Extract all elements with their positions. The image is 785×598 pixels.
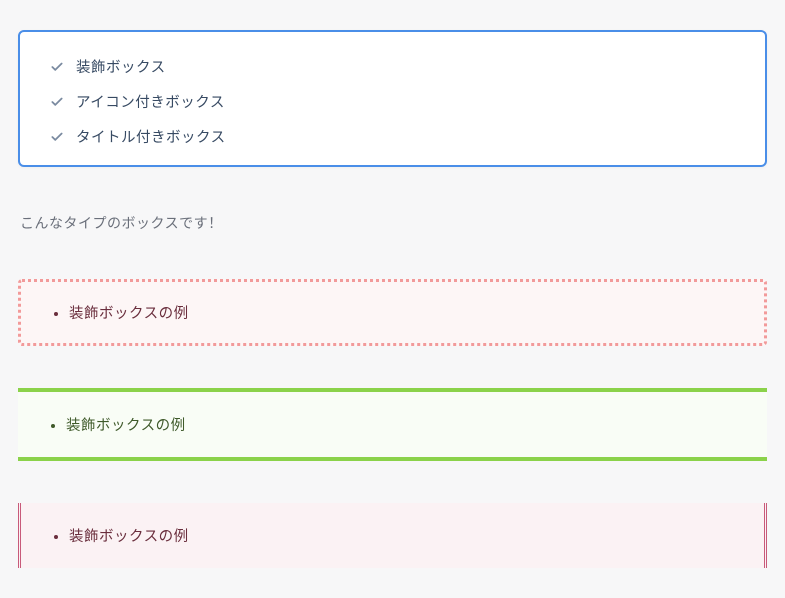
checklist-item-label: 装飾ボックス [76,56,166,77]
checklist-item: アイコン付きボックス [50,91,735,112]
check-icon [50,60,64,74]
caption-text: こんなタイプのボックスです！ [20,213,767,233]
list-item: 装飾ボックスの例 [69,302,736,323]
checklist-item: 装飾ボックス [50,56,735,77]
decoration-box-dotted: 装飾ボックスの例 [18,279,767,346]
check-icon [50,130,64,144]
checklist: 装飾ボックス アイコン付きボックス タイトル付きボックス [50,56,735,147]
checklist-item: タイトル付きボックス [50,126,735,147]
checklist-item-label: タイトル付きボックス [76,126,226,147]
bullet-list: 装飾ボックスの例 [49,302,736,323]
list-item: 装飾ボックスの例 [69,525,736,546]
decoration-box-blue: 装飾ボックス アイコン付きボックス タイトル付きボックス [18,30,767,167]
checklist-item-label: アイコン付きボックス [76,91,225,112]
bullet-list: 装飾ボックスの例 [49,525,736,546]
bullet-list: 装飾ボックスの例 [46,414,739,435]
decoration-box-red-sides: 装飾ボックスの例 [18,503,767,568]
decoration-box-green-lines: 装飾ボックスの例 [18,388,767,461]
list-item: 装飾ボックスの例 [66,414,739,435]
check-icon [50,95,64,109]
